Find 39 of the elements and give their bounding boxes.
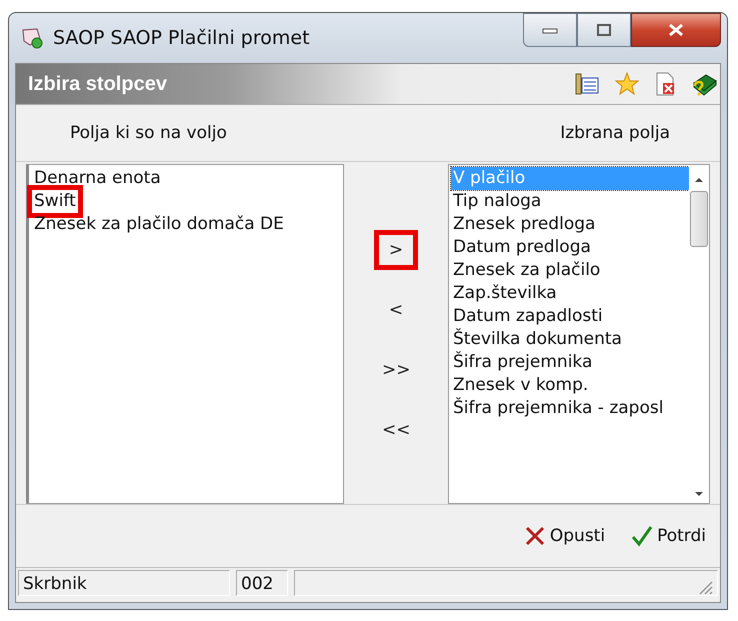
move-button[interactable]: > [374, 230, 418, 270]
resize-grip[interactable] [697, 579, 713, 595]
maximize-button[interactable] [577, 13, 631, 47]
list-item[interactable]: Šifra prejemnika - zaposl [451, 397, 666, 420]
minimize-icon [542, 26, 558, 34]
column-heading: Polja ki so na voljo [70, 123, 227, 143]
list-item[interactable]: Swift [27, 185, 83, 218]
list-item[interactable]: Številka dokumenta [451, 328, 624, 351]
list-item[interactable]: Znesek predloga [451, 213, 598, 236]
move-button[interactable]: < [374, 290, 418, 330]
restore-icon [596, 23, 612, 37]
move-button[interactable]: << [374, 410, 418, 450]
cross-icon [524, 525, 546, 547]
status-field: 002 [236, 570, 288, 596]
scroll-thumb[interactable] [690, 191, 708, 247]
confirm-button[interactable]: Potrdi [629, 523, 708, 549]
close-icon [667, 23, 685, 37]
window-title: SAOP SAOP Plačilni promet [53, 27, 310, 49]
panel-title: Izbira stolpcev [28, 72, 167, 96]
list-item[interactable]: Znesek v komp. [451, 374, 590, 397]
minimize-button[interactable] [523, 13, 577, 47]
list-item[interactable]: Šifra prejemnika [451, 351, 594, 374]
cancel-button[interactable]: Opusti [522, 523, 608, 549]
list-item[interactable]: Zap.številka [451, 282, 559, 305]
status-field: Skrbnik [18, 570, 230, 596]
move-button[interactable]: >> [374, 350, 418, 390]
close-button[interactable] [631, 13, 721, 47]
star-icon[interactable] [614, 71, 640, 97]
scroll-down-arrow-icon[interactable] [694, 491, 704, 497]
scroll-up-arrow-icon[interactable] [694, 177, 704, 183]
list-item[interactable]: Tip naloga [451, 190, 544, 213]
check-icon [631, 525, 654, 547]
delete-document-icon[interactable] [654, 71, 676, 97]
column-list-icon[interactable] [574, 72, 600, 96]
app-icon [21, 27, 45, 49]
column-heading: Izbrana polja [560, 123, 670, 143]
list-item[interactable]: Znesek za plačilo [451, 259, 602, 282]
list-item[interactable]: Datum predloga [451, 236, 593, 259]
list-item[interactable]: Datum zapadlosti [451, 305, 605, 328]
